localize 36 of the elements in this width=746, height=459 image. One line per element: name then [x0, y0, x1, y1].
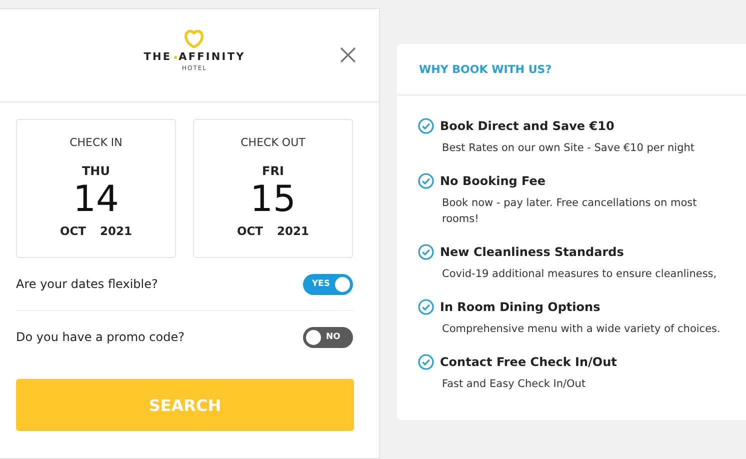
check-circle-icon	[418, 173, 434, 189]
benefit-text: Comprehensive menu with a wide variety of choices.	[442, 322, 722, 337]
year: 2021	[277, 224, 310, 238]
logo-dot-icon	[174, 56, 177, 58]
date-label: CHECK IN	[70, 136, 122, 149]
logo-word: THE	[144, 51, 172, 63]
benefit-text: Best Rates on our own Site - Save €10 per night	[442, 141, 696, 156]
date-card[interactable]: CHECK IN THU 14 OCT 2021	[16, 119, 176, 258]
benefit-text: Book now - pay later. Free cancellations on most rooms!	[442, 196, 698, 227]
check-circle-icon	[418, 299, 434, 315]
check-circle-icon	[418, 354, 434, 370]
benefit-title: Contact Free Check In/Out	[440, 355, 617, 369]
date-label: CHECK OUT	[240, 136, 306, 149]
benefit-title: New Cleanliness Standards	[440, 245, 624, 259]
year: 2021	[100, 224, 132, 238]
date-card[interactable]: CHECK OUT FRI 15 OCT 2021	[193, 119, 353, 258]
heart-ring-icon	[184, 30, 204, 48]
benefit-text: Covid-19 additional measures to ensure cleanliness,	[442, 267, 718, 282]
weekday: THU	[82, 164, 110, 178]
month: OCT	[60, 224, 86, 238]
option-question: Are your dates flexible?	[16, 277, 158, 291]
weekday: FRI	[262, 164, 284, 178]
logo-word: AFFINITY	[178, 51, 246, 63]
day-number: 14	[73, 180, 119, 220]
toggle-switch[interactable]: NO	[303, 326, 353, 348]
month: OCT	[236, 224, 264, 238]
option-question: Do you have a promo code?	[16, 330, 184, 344]
check-circle-icon	[418, 244, 434, 260]
close-icon[interactable]	[340, 47, 356, 63]
benefit-title: In Room Dining Options	[440, 300, 600, 314]
benefits-title: WHY BOOK WITH US?	[397, 44, 746, 96]
check-circle-icon	[418, 118, 434, 134]
benefit-title: Book Direct and Save €10	[440, 119, 614, 133]
benefit-text: Fast and Easy Check In/Out	[442, 377, 587, 392]
benefit-title: No Booking Fee	[440, 174, 546, 188]
day-number: 15	[250, 180, 296, 220]
